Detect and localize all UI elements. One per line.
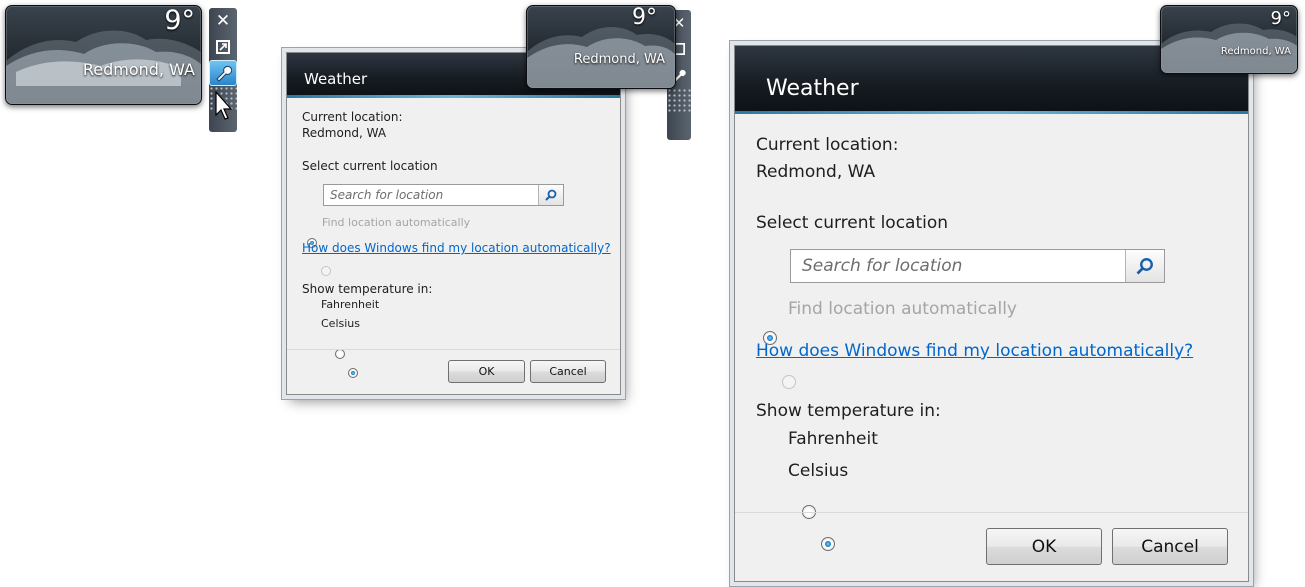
- search-input[interactable]: Search for location: [790, 249, 1165, 283]
- location-value: Redmond, WA: [1220, 46, 1291, 57]
- options-wrench-icon[interactable]: [209, 60, 237, 86]
- find-auto-radio: [782, 375, 797, 389]
- size-toggle-icon[interactable]: [209, 34, 237, 60]
- temperature-unit-label: Show temperature in:: [302, 282, 433, 296]
- select-location-label: Select current location: [756, 213, 949, 233]
- celsius-label: Celsius: [321, 317, 360, 330]
- search-placeholder: Search for location: [330, 188, 444, 202]
- current-location-value: Redmond, WA: [756, 162, 876, 182]
- mouse-cursor-icon: [215, 91, 233, 120]
- weather-gadget-tile[interactable]: 9° Redmond, WA: [526, 5, 676, 89]
- select-location-label: Select current location: [302, 159, 438, 173]
- close-icon[interactable]: ✕: [209, 8, 237, 34]
- weather-gadget-tile[interactable]: 9° Redmond, WA: [1160, 5, 1298, 74]
- temperature-unit-label: Show temperature in:: [756, 401, 941, 421]
- ok-button[interactable]: OK: [986, 528, 1102, 565]
- help-link[interactable]: How does Windows find my location automa…: [756, 341, 1193, 361]
- temperature-value: 9°: [632, 5, 657, 30]
- current-location-label: Current location:: [302, 110, 403, 124]
- search-icon: [545, 189, 557, 201]
- search-button[interactable]: [1125, 250, 1164, 282]
- weather-gadget-tile[interactable]: 9° Redmond, WA: [5, 5, 202, 105]
- find-auto-label: Find location automatically: [322, 216, 471, 229]
- drag-grip-icon[interactable]: [667, 88, 691, 114]
- search-button[interactable]: [538, 185, 563, 205]
- current-location-value: Redmond, WA: [302, 126, 387, 140]
- location-value: Redmond, WA: [82, 60, 195, 79]
- celsius-label: Celsius: [788, 461, 849, 481]
- fahrenheit-label: Fahrenheit: [788, 429, 878, 449]
- help-link[interactable]: How does Windows find my location automa…: [302, 241, 611, 255]
- search-icon: [1136, 258, 1153, 275]
- temperature-value: 9°: [164, 5, 195, 36]
- dialog-footer: OK Cancel: [287, 349, 620, 394]
- find-auto-radio: [320, 265, 331, 276]
- cancel-button[interactable]: Cancel: [1112, 528, 1228, 565]
- weather-settings-dialog: Weather Current location: Redmond, WA Se…: [734, 45, 1249, 582]
- current-location-label: Current location:: [756, 135, 899, 155]
- location-value: Redmond, WA: [573, 52, 665, 67]
- dialog-title: Weather: [766, 76, 859, 101]
- search-input[interactable]: Search for location: [323, 184, 564, 206]
- fahrenheit-label: Fahrenheit: [321, 298, 380, 311]
- find-auto-label: Find location automatically: [788, 299, 1017, 319]
- search-placeholder: Search for location: [802, 256, 963, 276]
- ok-button[interactable]: OK: [448, 360, 525, 383]
- header-accent-line: [287, 95, 620, 98]
- header-accent-line: [735, 111, 1248, 114]
- dialog-footer: OK Cancel: [735, 512, 1248, 581]
- weather-settings-dialog: Weather Current location: Redmond, WA Se…: [286, 52, 621, 395]
- dialog-title: Weather: [304, 70, 368, 88]
- cancel-button[interactable]: Cancel: [530, 360, 606, 383]
- temperature-value: 9°: [1270, 8, 1291, 29]
